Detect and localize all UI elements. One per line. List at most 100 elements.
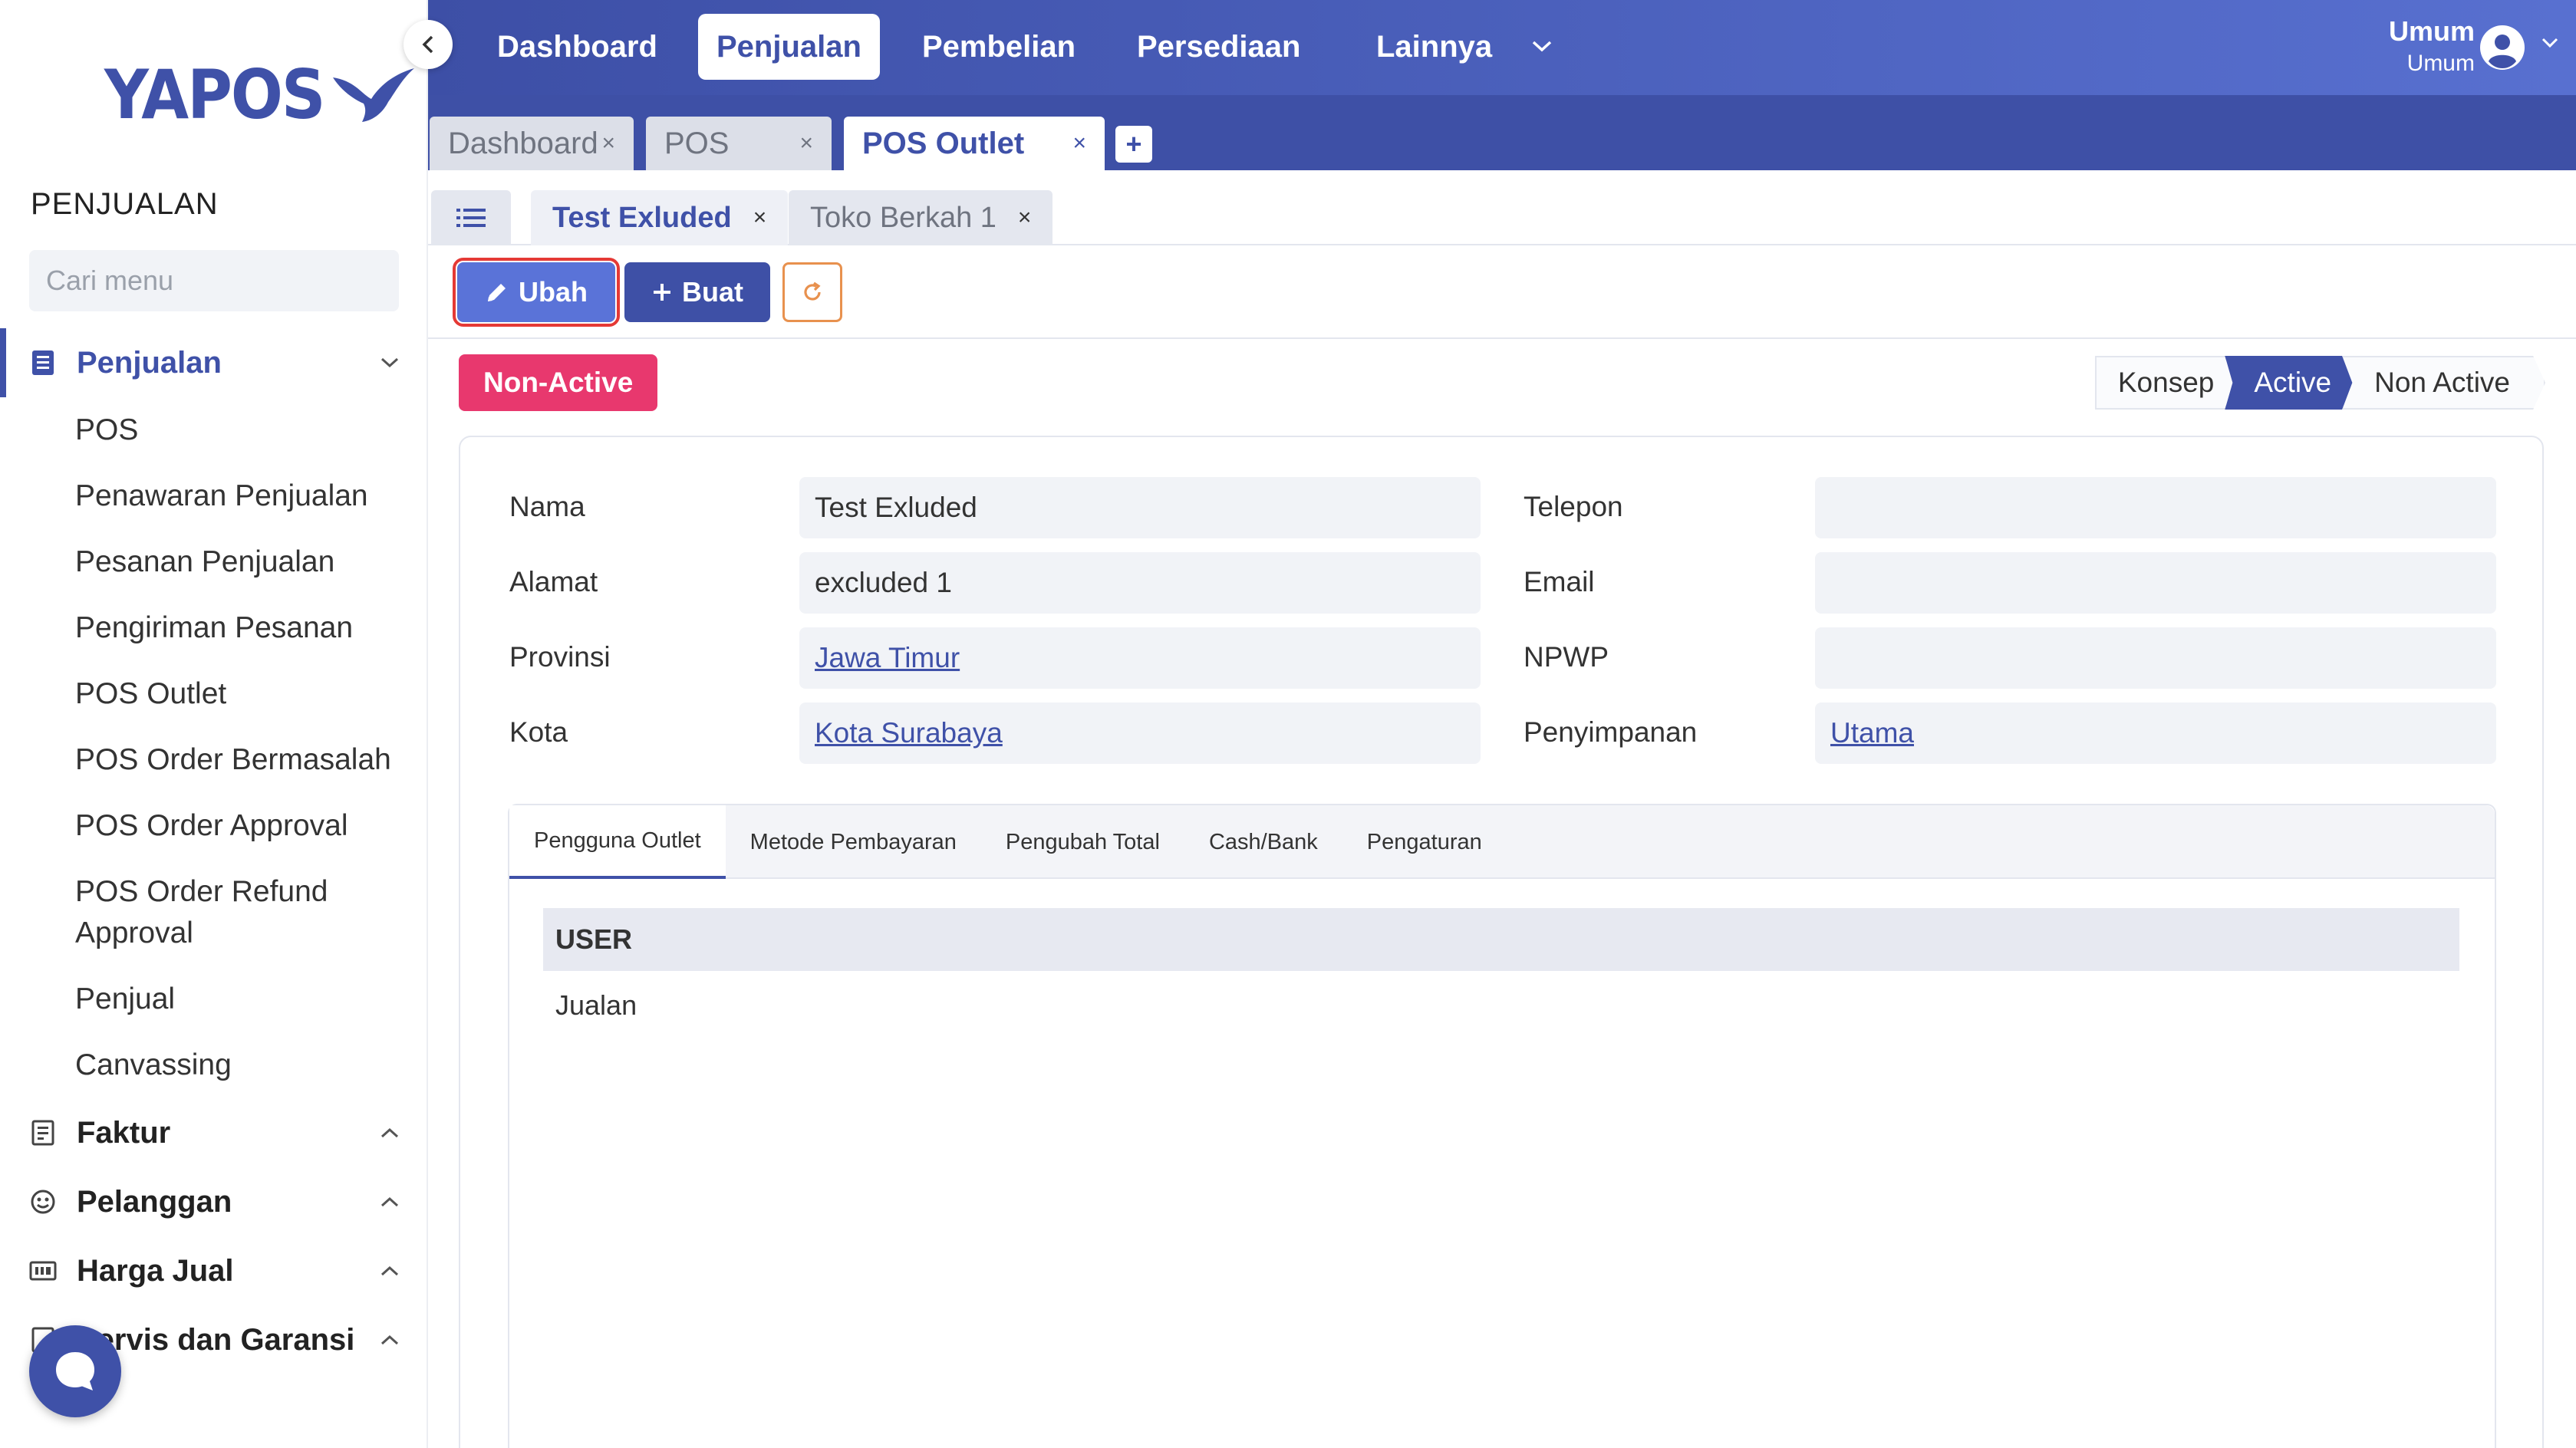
field-label-npwp: NPWP <box>1524 641 1609 673</box>
chevron-up-icon <box>374 1196 405 1208</box>
add-tab-button[interactable]: + <box>1115 126 1152 163</box>
tab-cash-bank[interactable]: Cash/Bank <box>1184 805 1342 879</box>
field-nama[interactable]: Test Exluded <box>799 477 1481 538</box>
sidebar-item-penawaran-penjualan[interactable]: Penawaran Penjualan <box>75 476 413 517</box>
sidebar-item-pos-outlet[interactable]: POS Outlet <box>75 673 413 715</box>
chat-icon <box>56 1352 94 1390</box>
sidebar-group-penjualan[interactable]: Penjualan <box>0 328 427 397</box>
chevron-down-icon[interactable] <box>2541 37 2559 49</box>
chevron-up-icon <box>374 1127 405 1139</box>
nav-dashboard[interactable]: Dashboard <box>479 14 676 80</box>
close-icon[interactable]: × <box>753 205 767 231</box>
sidebar-group-label: Harga Jual <box>77 1253 234 1288</box>
tab-toko-berkah-1[interactable]: Toko Berkah 1 × <box>789 190 1053 245</box>
field-label-kota: Kota <box>509 716 568 748</box>
tab-pengubah-total[interactable]: Pengubah Total <box>981 805 1184 879</box>
top-navigation: Dashboard Penjualan Pembelian Persediaan… <box>428 0 2576 95</box>
main-tab-bar: Dashboard × POS × POS Outlet × + <box>428 95 2576 170</box>
field-email[interactable] <box>1815 552 2496 614</box>
create-button[interactable]: Buat <box>624 262 770 322</box>
sidebar-group-faktur[interactable]: Faktur <box>0 1098 427 1167</box>
detail-tabs-header: Pengguna Outlet Metode Pembayaran Pengub… <box>509 805 2495 879</box>
bird-logo-icon <box>333 68 415 122</box>
sidebar-item-pos-order-bermasalah[interactable]: POS Order Bermasalah <box>75 739 413 781</box>
tab-metode-pembayaran[interactable]: Metode Pembayaran <box>726 805 981 879</box>
tab-pengaturan[interactable]: Pengaturan <box>1342 805 1507 879</box>
table-row[interactable]: Jualan <box>555 989 637 1022</box>
edit-button-label: Ubah <box>519 276 588 308</box>
user-name: Umum <box>2388 15 2475 47</box>
chevron-left-icon <box>422 35 433 54</box>
sidebar-collapse-button[interactable] <box>404 20 453 69</box>
edit-button[interactable]: Ubah <box>453 258 620 327</box>
refresh-icon <box>804 281 821 301</box>
nav-more-dropdown[interactable] <box>1513 14 1571 80</box>
search-input[interactable] <box>46 265 403 297</box>
tab-pengguna-outlet[interactable]: Pengguna Outlet <box>509 805 726 879</box>
receipt-icon <box>29 1119 57 1147</box>
chat-widget-button[interactable] <box>29 1325 121 1417</box>
nav-persediaan[interactable]: Persediaan <box>1118 14 1319 80</box>
sidebar-group-label: Servis dan Garansi <box>77 1322 355 1357</box>
tab-label: POS <box>664 126 730 160</box>
step-konsep[interactable]: Konsep <box>2094 356 2236 410</box>
step-non-active[interactable]: Non Active <box>2342 356 2545 410</box>
chevron-up-icon <box>374 1334 405 1346</box>
table-header-user: USER <box>543 908 2459 971</box>
tab-test-exluded[interactable]: Test Exluded × <box>531 190 789 245</box>
tab-pos-outlet[interactable]: POS Outlet × <box>844 117 1105 170</box>
field-penyimpanan-link[interactable]: Utama <box>1815 703 2496 764</box>
tab-label: Test Exluded <box>552 201 732 234</box>
document-list-icon <box>29 349 57 377</box>
user-avatar-icon[interactable] <box>2479 25 2525 71</box>
field-telepon[interactable] <box>1815 477 2496 538</box>
sidebar-item-pengiriman-pesanan[interactable]: Pengiriman Pesanan <box>75 607 413 649</box>
logo-text: YAPOS <box>104 54 325 134</box>
nav-penjualan[interactable]: Penjualan <box>698 14 880 80</box>
sidebar-section-title: PENJUALAN <box>31 187 219 221</box>
sidebar-item-pos[interactable]: POS <box>75 410 413 451</box>
nav-pembelian[interactable]: Pembelian <box>904 14 1094 80</box>
tab-pos[interactable]: POS × <box>646 117 832 170</box>
plus-icon <box>651 281 673 303</box>
status-badge[interactable]: Non-Active <box>459 354 658 411</box>
field-npwp[interactable] <box>1815 627 2496 689</box>
sidebar-item-pos-order-refund-approval[interactable]: POS Order Refund Approval <box>75 871 382 954</box>
list-icon <box>456 209 486 227</box>
sidebar-group-pelanggan[interactable]: Pelanggan <box>0 1167 427 1236</box>
tab-dashboard[interactable]: Dashboard × <box>430 117 634 170</box>
step-active[interactable]: Active <box>2225 356 2354 410</box>
tab-label: Dashboard <box>448 126 598 160</box>
field-label-nama: Nama <box>509 491 585 522</box>
sidebar-group-harga-jual[interactable]: Harga Jual <box>0 1236 427 1305</box>
list-view-button[interactable] <box>431 190 511 245</box>
sidebar-group-label: Penjualan <box>77 345 222 380</box>
field-label-email: Email <box>1524 566 1595 597</box>
close-icon[interactable]: × <box>601 130 615 156</box>
sidebar-item-canvassing[interactable]: Canvassing <box>75 1045 413 1086</box>
yapos-logo[interactable]: YAPOS <box>104 55 416 133</box>
close-icon[interactable]: × <box>799 130 813 156</box>
create-button-label: Buat <box>682 276 743 308</box>
chevron-up-icon <box>374 1265 405 1277</box>
sidebar-item-penjual[interactable]: Penjual <box>75 979 413 1020</box>
user-info[interactable]: Umum Umum <box>2389 15 2475 77</box>
price-tag-icon <box>29 1257 57 1285</box>
close-icon[interactable]: × <box>1018 205 1032 231</box>
record-tab-bar: Test Exluded × Toko Berkah 1 × <box>428 170 2576 245</box>
sidebar-item-pesanan-penjualan[interactable]: Pesanan Penjualan <box>75 541 413 583</box>
field-kota-link[interactable]: Kota Surabaya <box>799 703 1481 764</box>
sidebar-search[interactable] <box>29 250 403 311</box>
tab-label: Toko Berkah 1 <box>810 201 996 234</box>
refresh-button[interactable] <box>782 262 842 322</box>
status-stepper: Konsep Active Non Active <box>2094 356 2545 410</box>
field-provinsi-link[interactable]: Jawa Timur <box>799 627 1481 689</box>
sidebar-item-pos-order-approval[interactable]: POS Order Approval <box>75 805 413 847</box>
close-icon[interactable]: × <box>1072 130 1086 156</box>
field-alamat[interactable]: excluded 1 <box>799 552 1481 614</box>
nav-lainnya[interactable]: Lainnya <box>1358 14 1510 80</box>
field-label-alamat: Alamat <box>509 566 598 597</box>
field-label-telepon: Telepon <box>1524 491 1623 522</box>
tab-label: POS Outlet <box>862 126 1025 160</box>
sidebar-group-label: Pelanggan <box>77 1184 232 1219</box>
